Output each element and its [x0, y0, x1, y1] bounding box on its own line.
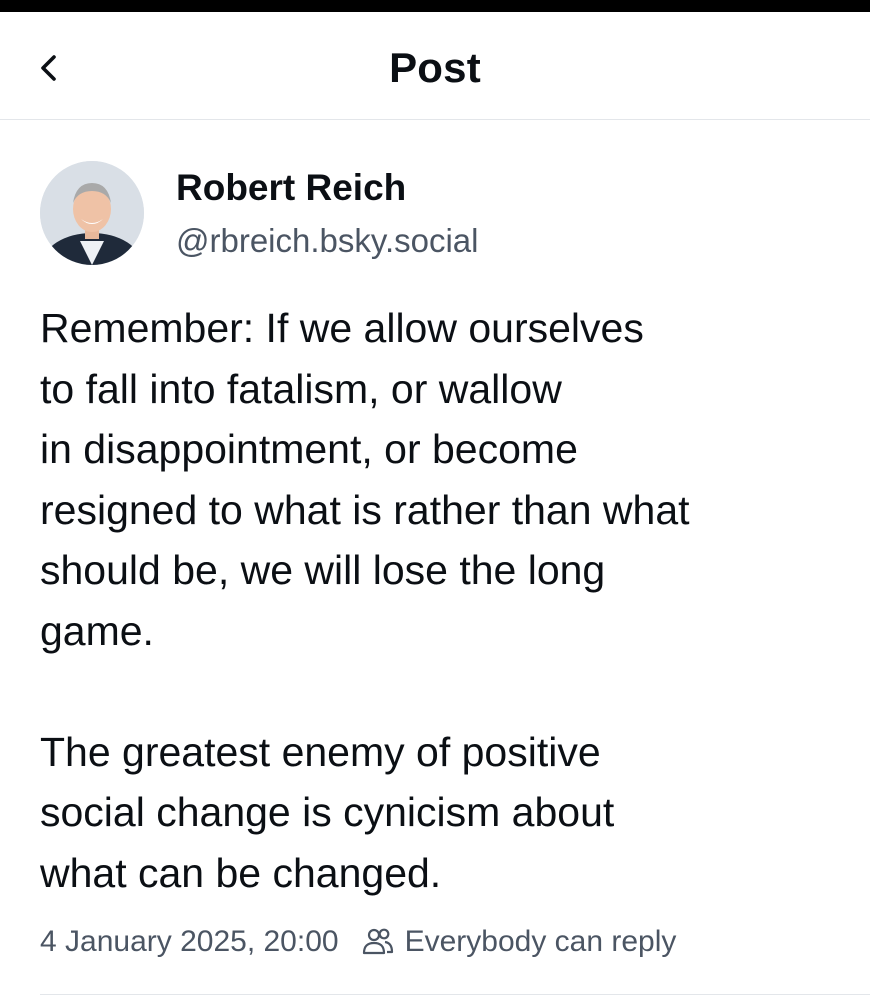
- post-timestamp: 4 January 2025, 20:00: [40, 925, 339, 958]
- page-title: Post: [389, 44, 481, 91]
- reply-setting-label: Everybody can reply: [404, 925, 677, 958]
- status-bar: [0, 0, 870, 12]
- author-handle[interactable]: @rbreich.bsky.social: [176, 220, 478, 262]
- divider: [40, 994, 870, 995]
- avatar[interactable]: [40, 161, 144, 265]
- post-text: Remember: If we allow ourselves to fall …: [40, 298, 860, 903]
- post-paragraph: The greatest enemy of positive social ch…: [40, 728, 615, 896]
- reply-settings[interactable]: Everybody can reply: [361, 925, 677, 959]
- author-name[interactable]: Robert Reich: [176, 166, 406, 210]
- people-icon: [361, 925, 395, 959]
- post-meta: 4 January 2025, 20:00 Everybody can repl…: [40, 920, 676, 964]
- top-bar: Post: [0, 12, 870, 120]
- post-paragraph: Remember: If we allow ourselves to fall …: [40, 305, 690, 654]
